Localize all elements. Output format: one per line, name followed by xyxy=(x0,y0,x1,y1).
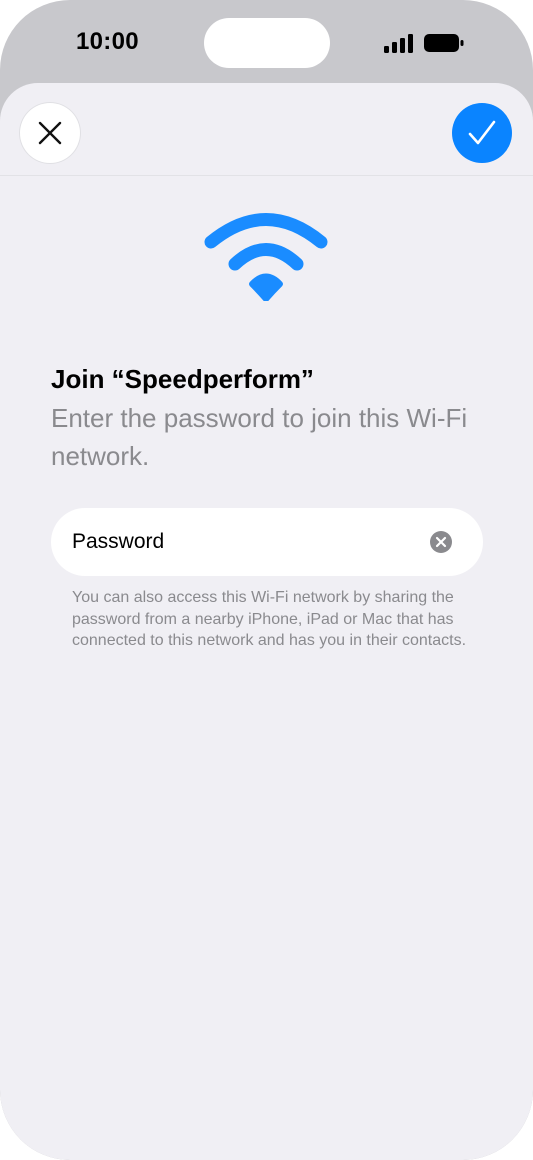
close-button[interactable] xyxy=(20,103,80,163)
checkmark-icon xyxy=(468,120,496,145)
phone-screen: 10:00 Join “Speedperform” Enter the pass… xyxy=(0,0,533,1160)
status-bar: 10:00 xyxy=(0,0,533,84)
password-field[interactable] xyxy=(51,508,483,576)
signal-icon xyxy=(384,34,413,53)
clear-icon[interactable] xyxy=(430,531,452,553)
dynamic-island xyxy=(204,18,330,68)
share-password-footnote: You can also access this Wi-Fi network b… xyxy=(72,589,467,649)
join-network-sheet: Join “Speedperform” Enter the password t… xyxy=(0,83,533,1160)
wifi-icon xyxy=(204,213,328,301)
join-confirm-button[interactable] xyxy=(452,103,512,163)
page-title: Join “Speedperform” xyxy=(51,364,314,394)
close-icon xyxy=(38,121,62,145)
battery-icon xyxy=(424,34,464,52)
password-input[interactable] xyxy=(72,508,412,576)
status-time: 10:00 xyxy=(76,28,139,55)
page-subtitle: Enter the password to join this Wi-Fi ne… xyxy=(51,403,468,471)
sheet-header xyxy=(0,83,533,176)
